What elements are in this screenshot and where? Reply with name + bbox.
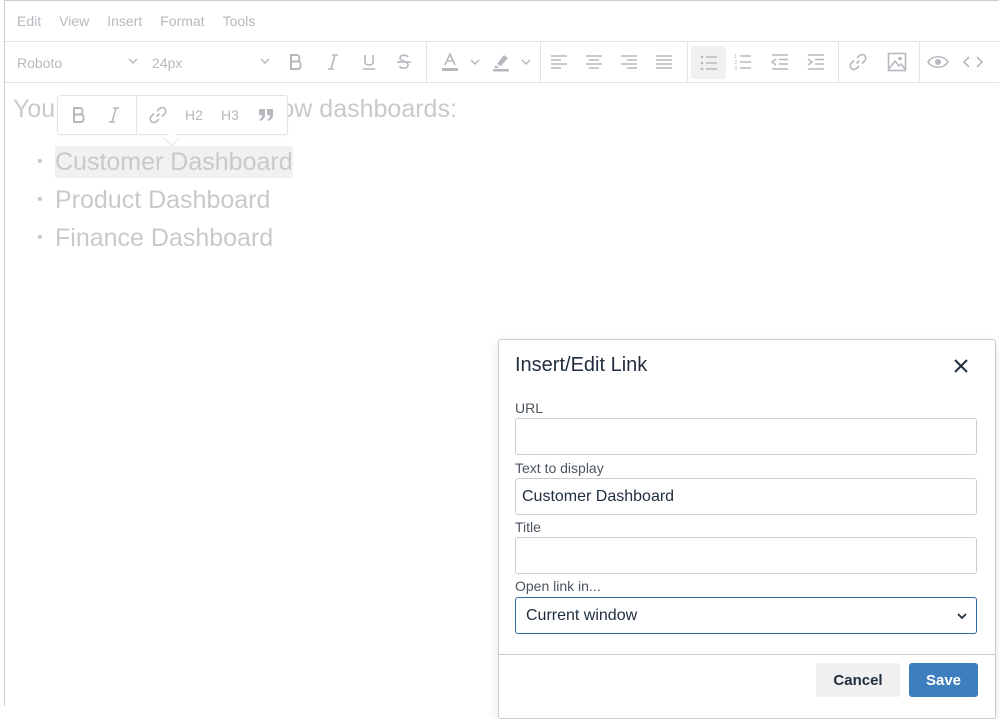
toolbar-divider [136,96,137,134]
font-family-select[interactable]: Roboto [17,42,139,82]
toolbar-divider [919,42,920,82]
insert-link-button[interactable] [843,42,873,82]
title-label: Title [515,519,541,535]
chevron-down-icon [521,59,531,66]
list-item-text: Customer Dashboard [55,146,293,178]
text-to-display-label: Text to display [515,460,604,476]
title-input[interactable] [515,537,977,574]
code-icon [963,56,983,68]
list-bullet: • [37,153,43,170]
open-link-in-value: Current window [526,607,638,624]
insert-link-dialog: Insert/Edit Link URL Text to display Tit… [498,339,996,719]
numbered-list-button[interactable]: 123 [728,42,758,82]
ctx-link-button[interactable] [143,96,173,134]
menu-view[interactable]: View [50,1,98,42]
bold-icon [73,107,85,123]
preview-button[interactable] [923,42,953,82]
quote-icon [259,109,273,121]
outdent-icon [771,54,788,70]
align-left-button[interactable] [544,42,574,82]
chevron-down-icon [957,613,967,620]
bold-icon [290,54,302,70]
bold-button[interactable] [281,42,311,82]
cancel-button[interactable]: Cancel [816,663,900,697]
bullet-list-icon [700,55,717,70]
strikethrough-button[interactable] [389,42,419,82]
text-color-icon [442,52,458,71]
image-icon [887,52,907,72]
italic-icon [328,54,338,70]
italic-button[interactable] [318,42,348,82]
url-input[interactable] [515,418,977,455]
link-icon [149,106,167,124]
list-item-text: Product Dashboard [55,186,271,214]
dialog-title: Insert/Edit Link [515,354,648,376]
align-center-button[interactable] [579,42,609,82]
underline-icon [363,55,375,70]
align-justify-button[interactable] [649,42,679,82]
align-center-icon [586,55,602,69]
ctx-blockquote-button[interactable] [251,96,281,134]
close-button[interactable] [947,352,975,380]
align-right-icon [621,55,637,69]
toolbar-divider [540,42,541,82]
chevron-down-icon [128,58,138,65]
link-icon [849,53,867,71]
highlight-color-dropdown[interactable] [518,42,534,82]
chevron-down-icon [260,58,270,65]
italic-icon [109,107,119,123]
list-bullet: • [37,191,43,208]
toolbar-divider [426,42,427,82]
open-link-in-select[interactable]: Current window [515,597,977,634]
toolbar-divider [838,42,839,82]
menu-tools[interactable]: Tools [214,1,265,42]
list-item[interactable]: • Product Dashboard [13,181,293,219]
ctx-italic-button[interactable] [99,96,129,134]
indent-button[interactable] [801,42,831,82]
close-icon [954,359,968,373]
menu-format[interactable]: Format [151,1,213,42]
toolbar: Roboto 24px 1 2 3 [5,42,999,83]
list-item[interactable]: • Finance Dashboard [13,219,293,257]
dashboard-list: • Customer Dashboard • Product Dashboard… [13,143,293,257]
url-label: URL [515,400,544,416]
menubar: Edit View Insert Format Tools [5,1,999,42]
paragraph-text-start: You [13,95,56,123]
menu-edit[interactable]: Edit [8,1,50,42]
font-family-value: Roboto [17,55,63,71]
list-item[interactable]: • Customer Dashboard [13,143,293,181]
source-code-button[interactable] [958,42,988,82]
align-left-icon [551,55,567,69]
dialog-footer-divider [499,654,995,655]
underline-button[interactable] [354,42,384,82]
menu-insert[interactable]: Insert [98,1,151,42]
font-size-select[interactable]: 24px [152,42,271,82]
align-justify-icon [656,55,672,69]
ctx-h2-button[interactable]: H2 [179,96,209,134]
insert-image-button[interactable] [882,42,912,82]
ctx-h3-button[interactable]: H3 [215,96,245,134]
text-to-display-input[interactable] [515,478,977,515]
ctx-bold-button[interactable] [64,96,94,134]
save-button[interactable]: Save [909,663,978,697]
text-color-dropdown[interactable] [467,42,483,82]
svg-text:3: 3 [734,66,737,71]
chevron-down-icon [470,59,480,66]
context-toolbar: H2 H3 [57,95,288,147]
toolbar-divider [687,42,688,82]
indent-icon [807,54,824,70]
open-link-in-label: Open link in... [515,578,601,594]
eye-icon [927,55,949,69]
highlighter-icon [493,55,509,72]
text-color-button[interactable] [435,42,465,82]
strikethrough-icon [397,54,411,69]
outdent-button[interactable] [765,42,795,82]
align-right-button[interactable] [614,42,644,82]
list-item-text: Finance Dashboard [55,224,274,252]
font-size-value: 24px [152,55,183,71]
list-bullet: • [37,229,43,246]
bullet-list-button[interactable] [691,46,726,79]
numbered-list-icon: 123 [734,54,751,71]
highlight-color-button[interactable] [486,42,516,82]
